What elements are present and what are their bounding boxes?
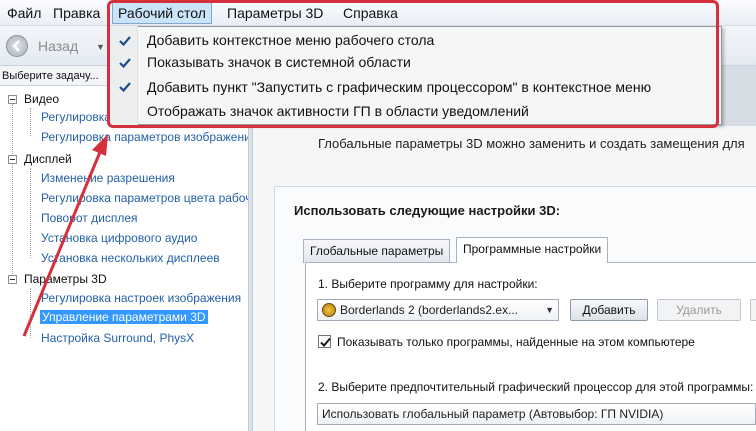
tree-item-multiple-displays[interactable]: Установка нескольких дисплеев [41,251,248,265]
menu-help[interactable]: Справка [338,2,403,24]
menu-desktop[interactable]: Рабочий стол [112,2,212,24]
menu-item-run-with-gpu[interactable]: Добавить пункт "Запустить с графическим … [147,76,651,98]
step1-label: 1. Выберите программу для настройки: [318,277,538,291]
tree-item-video-image[interactable]: Регулировка параметров изображения [41,130,248,144]
settings-title: Использовать следующие настройки 3D: [294,203,561,218]
menu-item-show-tray-icon[interactable]: Показывать значок в системной области [147,51,411,73]
collapse-display-icon[interactable] [8,155,17,164]
tree-item-image-settings[interactable]: Регулировка настроек изображения [41,291,248,305]
tree-line [12,104,13,284]
page-description: Глобальные параметры 3D можно заменить и… [318,136,745,151]
tree-item-surround-physx[interactable]: Настройка Surround, PhysX [41,331,248,345]
tree-line [30,168,31,258]
menu-file[interactable]: Файл [2,2,46,24]
chevron-down-icon: ▼ [545,305,554,315]
tree-line [30,108,31,136]
tree-item-video-adjust[interactable]: Регулировка [41,110,107,124]
tree-node-video[interactable]: Видео [24,92,59,106]
step2-label: 2. Выберите предпочтительный графический… [318,380,754,394]
menu-item-gpu-activity-icon[interactable]: Отображать значок активности ГП в област… [147,100,529,122]
add-program-button[interactable]: Добавить [570,299,648,321]
back-arrow-icon[interactable] [6,35,28,57]
program-select-value: Borderlands 2 (borderlands2.ex... [340,303,519,317]
tree-item-resolution[interactable]: Изменение разрешения [41,171,248,185]
chevron-down-icon[interactable]: ▼ [96,42,105,52]
check-icon [117,79,133,95]
program-select[interactable]: Borderlands 2 (borderlands2.ex... ▼ [317,299,559,321]
tree-item-desktop-color[interactable]: Регулировка параметров цвета рабочего ст… [41,191,248,205]
tab-program[interactable]: Программные настройки [456,237,609,263]
show-only-checkbox[interactable] [318,335,331,348]
extra-button[interactable] [750,299,756,321]
menu-edit[interactable]: Правка [48,2,105,24]
collapse-video-icon[interactable] [8,95,17,104]
show-only-label: Показывать только программы, найденные н… [337,335,695,349]
tree-node-3d[interactable]: Параметры 3D [24,272,107,286]
tree-node-display[interactable]: Дисплей [24,152,72,166]
borderlands-icon [322,303,336,317]
gpu-select[interactable]: Использовать глобальный параметр (Автовы… [317,403,756,425]
back-button[interactable]: Назад [38,38,78,54]
collapse-3d-icon[interactable] [8,275,17,284]
tree-line [30,288,31,338]
menu-bar: Файл Правка Рабочий стол Параметры 3D Сп… [0,0,756,26]
tab-global[interactable]: Глобальные параметры [303,239,451,263]
check-icon [117,33,133,49]
remove-program-button[interactable]: Удалить [657,299,741,321]
tree-item-digital-audio[interactable]: Установка цифрового аудио [41,231,248,245]
tree-item-manage-3d[interactable]: Управление параметрами 3D [40,310,208,324]
check-icon [117,55,133,71]
tree-item-rotate[interactable]: Поворот дисплея [41,211,248,225]
gpu-select-value: Использовать глобальный параметр (Автовы… [322,407,664,421]
menu-3d-settings[interactable]: Параметры 3D [222,2,328,24]
menu-item-add-context-menu[interactable]: Добавить контекстное меню рабочего стола [147,29,434,51]
